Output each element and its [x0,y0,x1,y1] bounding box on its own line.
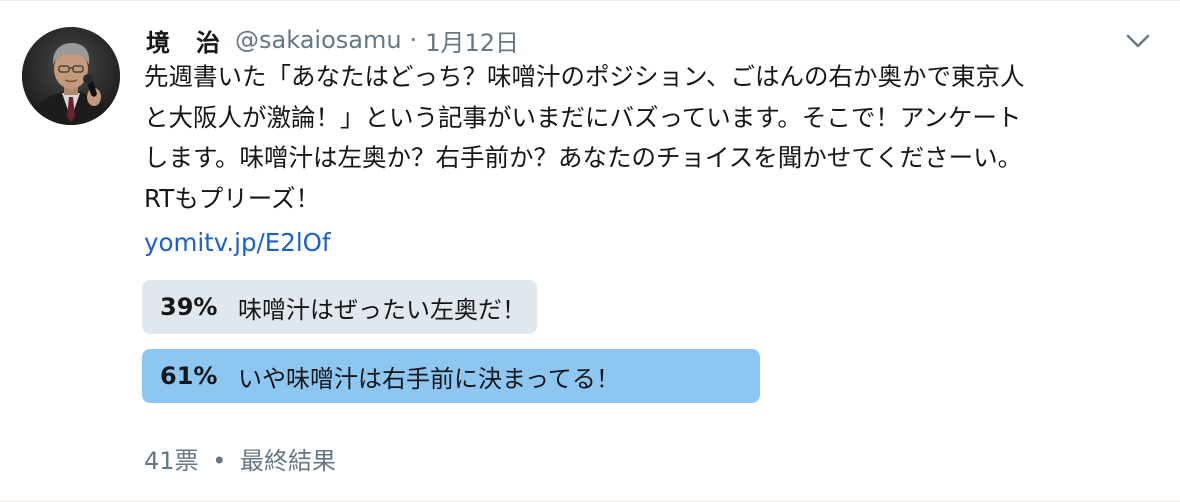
tweet-text-line: RTもプリーズ！ [144,183,320,213]
author-handle[interactable]: @sakaiosamu [235,26,402,54]
poll-option-percent: 39% [160,293,218,321]
poll-vote-count: 41票 [144,447,199,475]
tweet-text-line: と大阪人が激論！」という記事がいまだにバズっています。そこで！アンケート [144,102,1022,132]
tweet-timestamp[interactable]: 1月12日 [425,23,519,58]
author-avatar[interactable] [22,27,120,125]
tweet-menu-button[interactable] [1124,29,1152,53]
person-photo-avatar [22,27,120,125]
tweet-card[interactable]: 境 治 @sakaiosamu · 1月12日 先週書いた「あなたはどっち？味噌… [0,0,1180,502]
poll-meta-separator: • [212,447,227,475]
author-display-name[interactable]: 境 治 [146,23,221,58]
tweet-header: 境 治 @sakaiosamu · 1月12日 [146,23,519,57]
poll-option-label: 39% 味噌汁はぜったい左奥だ！ [160,280,526,334]
poll-status: 最終結果 [239,447,336,475]
poll-option-right-front: 61% いや味噌汁は右手前に決まってる！ [142,349,760,403]
poll-option-text: 味噌汁はぜったい左奥だ！ [238,295,526,324]
header-separator: · [409,26,418,54]
poll-option-text: いや味噌汁は右手前に決まってる！ [238,364,620,393]
chevron-down-icon [1126,34,1150,48]
tweet-text-line: 先週書いた「あなたはどっち？味噌汁のポジション、ごはんの右か奥かで東京人 [144,62,1025,91]
poll-option-label: 61% いや味噌汁は右手前に決まってる！ [160,349,620,403]
poll-meta: 41票 • 最終結果 [144,441,336,476]
tweet-text: 先週書いた「あなたはどっち？味噌汁のポジション、ごはんの右か奥かで東京人 と大阪… [144,57,1154,219]
tweet-text-line: します。味噌汁は左奥か？右手前か？あなたのチョイスを聞かせてくださーい。 [144,143,1023,172]
tweet-link[interactable]: yomitv.jp/E2lOf [144,223,331,263]
poll-option-left-back: 39% 味噌汁はぜったい左奥だ！ [142,280,760,334]
poll-option-percent: 61% [160,362,218,390]
